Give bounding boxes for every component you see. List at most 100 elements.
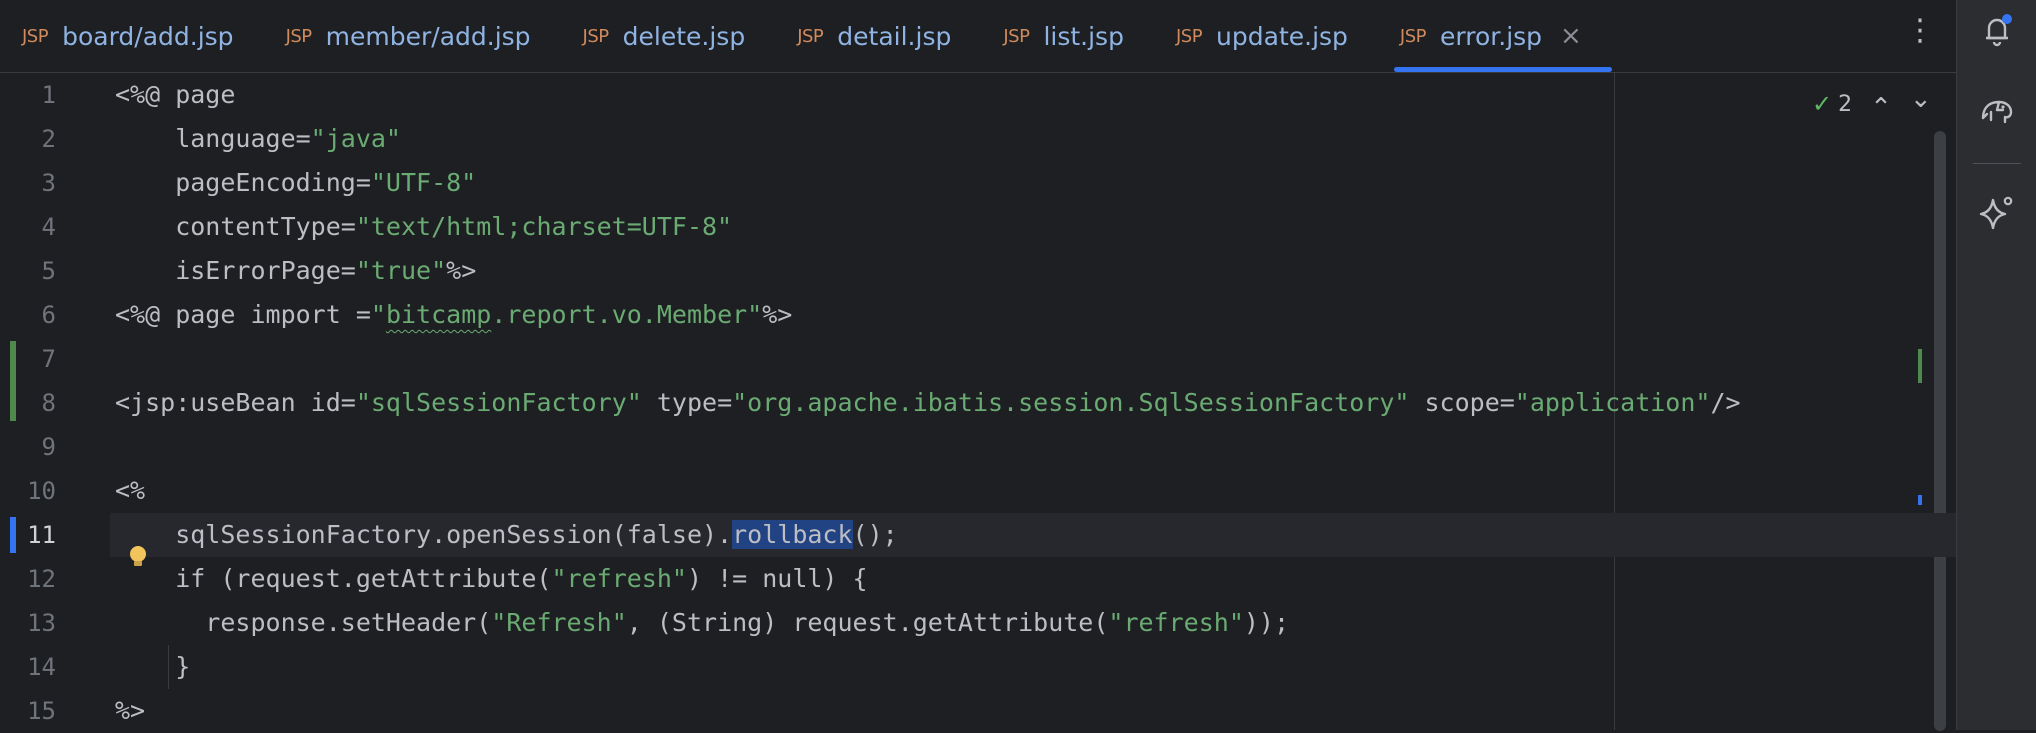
code-token: isErrorPage= [115,256,356,285]
jsp-file-icon: JSP [1003,25,1030,47]
code-text[interactable]: pageEncoding="UTF-8" [115,161,476,205]
code-line[interactable]: 15 %> [0,689,1956,733]
tab-label: member/add.jsp [325,21,531,51]
code-token: <%@ page [115,80,236,109]
code-token: contentType= [115,212,356,241]
code-token: .report.vo.Member" [491,300,763,329]
jsp-file-icon: JSP [1175,25,1203,47]
vcs-change-marker[interactable] [10,341,16,421]
code-token: "UTF-8" [370,168,477,197]
code-text[interactable]: contentType="text/html;charset=UTF-8" [115,205,732,249]
code-token: <% [115,476,146,505]
code-token: if (request.getAttribute( [115,564,552,593]
line-number[interactable]: 7 [0,337,56,381]
code-text[interactable]: <%@ page [115,73,235,117]
line-number[interactable]: 14 [0,645,56,689]
code-token: type= [641,388,733,417]
code-line[interactable]: 12 if (request.getAttribute("refresh") !… [0,557,1956,601]
code-token: "refresh" [1108,608,1244,637]
code-line[interactable]: 13 response.setHeader("Refresh", (String… [0,601,1956,645]
database-elephant-icon[interactable] [1977,92,2017,132]
code-text[interactable]: if (request.getAttribute("refresh") != n… [115,557,868,601]
tab-update-jsp[interactable]: JSP update.jsp [1150,0,1374,72]
code-text[interactable]: <% [115,469,145,513]
code-text[interactable]: <jsp:useBean id="sqlSessionFactory" type… [115,381,1741,425]
tab-delete-jsp[interactable]: JSP delete.jsp [557,0,772,72]
tab-board-add-jsp[interactable]: JSP board/add.jsp [0,0,260,72]
code-token: "refresh" [551,564,687,593]
code-token: "sqlSessionFactory" [355,388,642,417]
code-line[interactable]: 10 <% [0,469,1956,513]
code-text[interactable]: response.setHeader("Refresh", (String) r… [115,601,1289,645]
line-number[interactable]: 12 [0,557,56,601]
code-token: "java" [310,124,401,153]
code-line[interactable]: 2 language="java" [0,117,1956,161]
code-line[interactable]: 7 [0,337,1956,381]
line-number[interactable]: 11 [0,513,56,557]
line-number[interactable]: 2 [0,117,56,161]
tab-list-jsp[interactable]: JSP list.jsp [977,0,1150,72]
code-token: ) != null) { [686,564,868,593]
code-line[interactable]: 3 pageEncoding="UTF-8" [0,161,1956,205]
line-number[interactable]: 6 [0,293,56,337]
code-token: <%@ page import = [115,300,371,329]
code-token: "true" [355,256,447,285]
code-editor[interactable]: ✓ 2 ⌃ ⌄ 1 <%@ page 2 language="java" 3 page… [0,73,1956,733]
jsp-file-icon: JSP [1399,25,1427,47]
lightbulb-icon[interactable] [128,545,148,569]
editor-tab-bar: JSP board/add.jsp JSP member/add.jsp JSP dele… [0,0,1956,73]
notification-bell-icon[interactable] [1977,10,2017,50]
line-number[interactable]: 4 [0,205,56,249]
code-line[interactable]: 8 <jsp:useBean id="sqlSessionFactory" typ… [0,381,1956,425]
code-token: "org.apache.ibatis.session.SqlSessionFac… [732,388,1410,417]
line-number[interactable]: 13 [0,601,56,645]
code-text[interactable]: <%@ page import ="bitcamp.report.vo.Memb… [115,293,792,337]
code-token: %> [115,696,146,725]
tab-close-icon[interactable]: × [1560,21,1582,51]
jsp-file-icon: JSP [22,25,49,47]
code-text[interactable]: language="java" [115,117,401,161]
tab-error-jsp[interactable]: JSP error.jsp × [1374,0,1612,72]
ai-assistant-sparkle-icon[interactable] [1977,192,2017,232]
more-tabs-button[interactable]: ⋮ [1900,10,1940,50]
tab-label: update.jsp [1216,21,1348,51]
code-text[interactable]: } [115,645,190,689]
code-token: bitcamp [385,300,492,329]
code-token: , (String) request.getAttribute( [626,608,1109,637]
line-number[interactable]: 15 [0,689,56,733]
toolbar-separator [1973,163,2021,164]
tab-member-add-jsp[interactable]: JSP member/add.jsp [260,0,557,72]
line-number[interactable]: 8 [0,381,56,425]
jsp-file-icon: JSP [797,25,824,47]
code-line[interactable]: 4 contentType="text/html;charset=UTF-8" [0,205,1956,249]
code-line[interactable]: 14 } [0,645,1956,689]
vcs-change-marker[interactable] [10,517,16,553]
code-token: %> [446,256,477,285]
code-token: } [115,652,191,681]
tab-label: detail.jsp [837,21,952,51]
code-line[interactable]: 11 sqlSessionFactory.openSession(false).… [0,513,1956,557]
line-number[interactable]: 3 [0,161,56,205]
code-token: pageEncoding= [115,168,371,197]
code-text[interactable]: isErrorPage="true"%> [115,249,476,293]
line-number[interactable]: 10 [0,469,56,513]
line-number[interactable]: 9 [0,425,56,469]
code-token: "application" [1514,388,1711,417]
code-line[interactable]: 9 [0,425,1956,469]
right-tool-strip [1956,0,2036,730]
code-line[interactable]: 1 <%@ page [0,73,1956,117]
jsp-file-icon: JSP [582,25,610,47]
code-text[interactable]: %> [115,689,145,733]
line-number[interactable]: 1 [0,73,56,117]
code-token: language= [115,124,311,153]
line-number[interactable]: 5 [0,249,56,293]
code-token: /> [1710,388,1741,417]
code-token: scope= [1409,388,1515,417]
tab-label: list.jsp [1043,21,1124,51]
tab-detail-jsp[interactable]: JSP detail.jsp [771,0,977,72]
code-line[interactable]: 6 <%@ page import ="bitcamp.report.vo.Mem… [0,293,1956,337]
jsp-file-icon: JSP [285,25,313,47]
code-text[interactable]: sqlSessionFactory.openSession(false).rol… [115,513,898,557]
tab-label: error.jsp [1440,21,1543,51]
code-line[interactable]: 5 isErrorPage="true"%> [0,249,1956,293]
